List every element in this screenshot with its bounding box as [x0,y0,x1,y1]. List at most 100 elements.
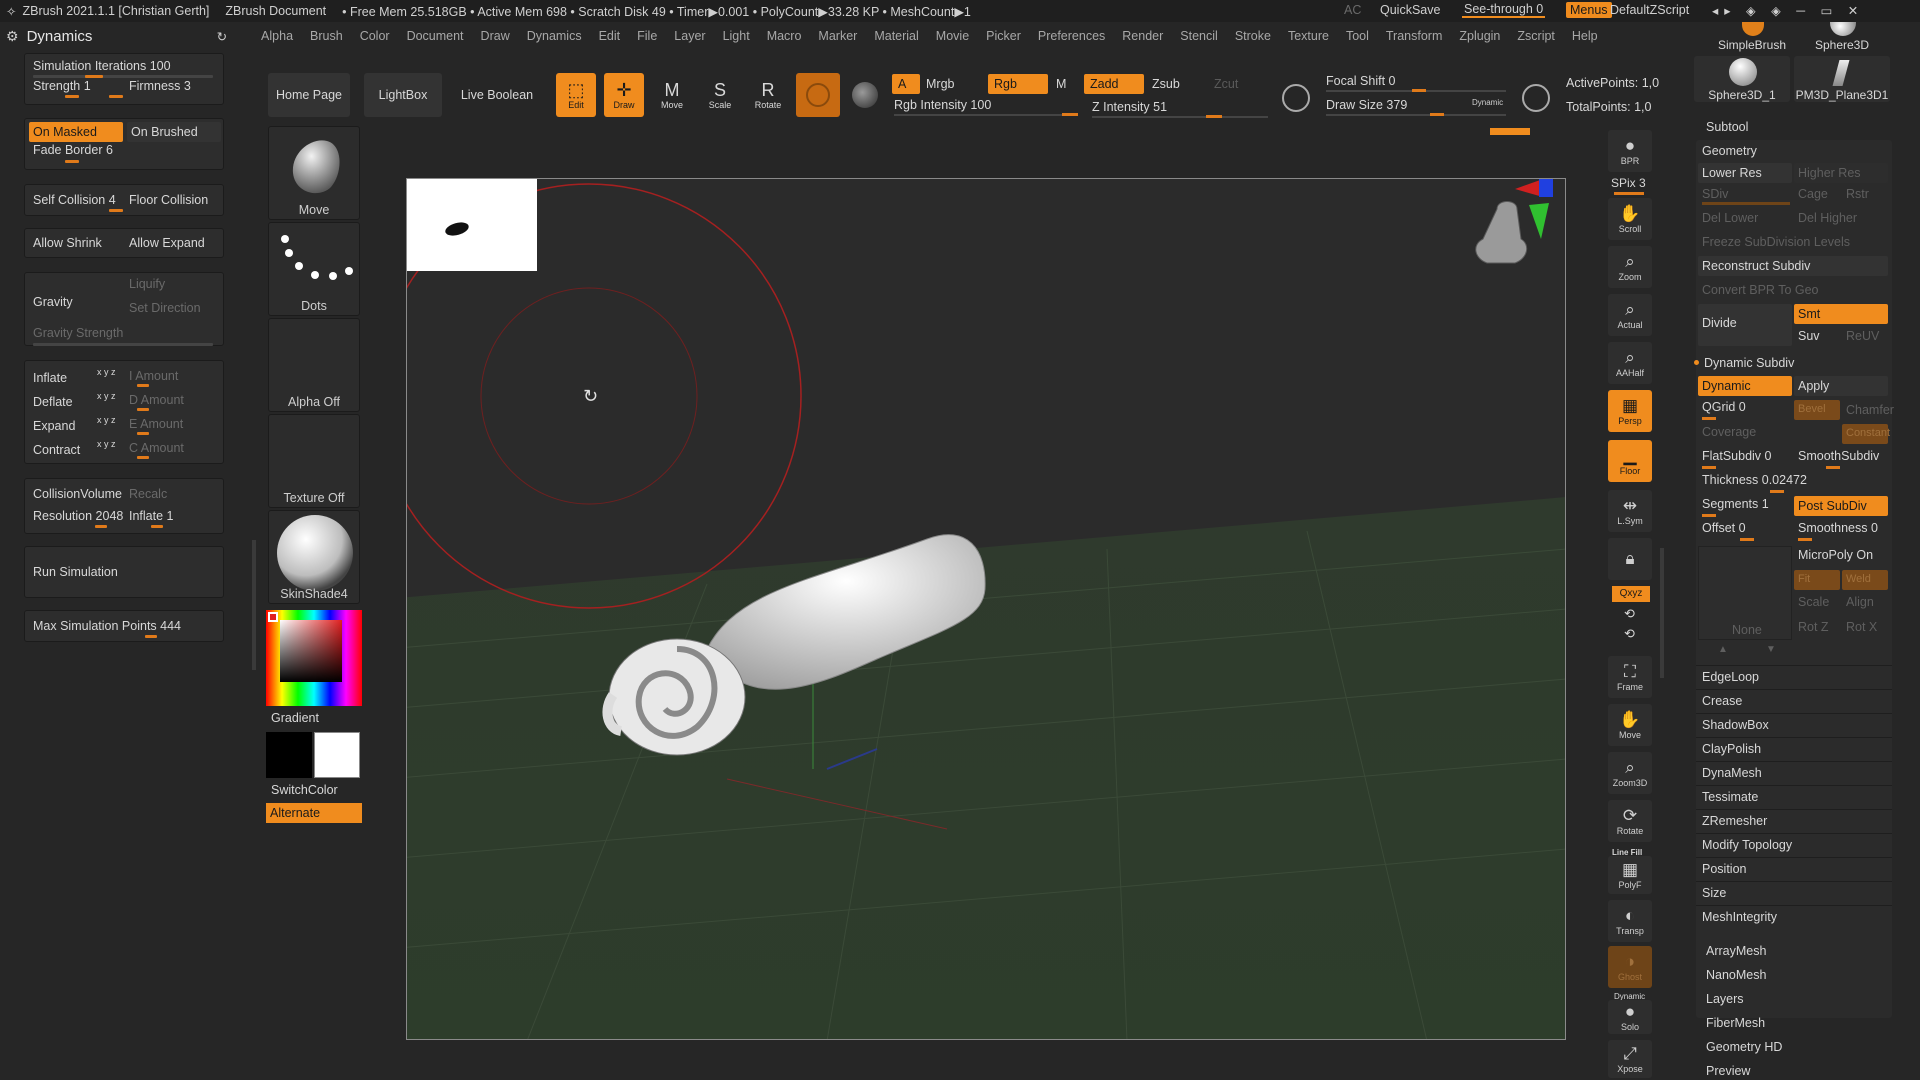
lower-res-button[interactable]: Lower Res [1698,163,1792,183]
convert-bpr-button[interactable]: Convert BPR To Geo [1702,283,1819,297]
dynamesh-section[interactable]: DynaMesh [1702,766,1762,780]
rotz-slider[interactable]: Rot Z [1798,620,1829,634]
inflate-button[interactable]: Inflate [33,371,67,385]
deflate-axis[interactable]: x y z [97,391,116,401]
persp-button[interactable]: ▦ Persp [1608,390,1652,432]
material-swatch[interactable]: SkinShade4 [268,510,360,604]
run-simulation-button[interactable]: Run Simulation [33,565,118,579]
weld-toggle[interactable]: Weld [1842,570,1888,590]
texture-button[interactable] [852,82,878,108]
quicksave-button[interactable]: QuickSave [1380,3,1440,17]
offset-slider[interactable]: Offset 0 [1702,521,1746,535]
post-subdiv-toggle[interactable]: Post SubDiv [1794,496,1888,516]
rgb-intensity-knob[interactable] [1062,113,1078,116]
sim-iterations-slider[interactable]: Simulation Iterations 100 [33,59,171,73]
max-sim-points-slider[interactable]: Max Simulation Points 444 [33,619,181,633]
menu-document[interactable]: Document [407,29,464,43]
color-square[interactable] [280,620,342,682]
z-intensity-slider[interactable]: Z Intensity 51 [1092,100,1167,114]
rotx-slider[interactable]: Rot X [1846,620,1877,634]
focal-shift-slider[interactable]: Focal Shift 0 [1326,74,1395,88]
menus-button[interactable]: Menus [1566,2,1612,18]
actual-button[interactable]: ⌕ Actual [1608,294,1652,336]
lock-button[interactable]: 🔒︎ [1608,538,1652,580]
zadd-toggle[interactable]: Zadd [1084,74,1144,94]
modify-topology-section[interactable]: Modify Topology [1702,838,1792,852]
menu-draw[interactable]: Draw [481,29,510,43]
zoom-button[interactable]: ⌕ Zoom [1608,246,1652,288]
document-canvas[interactable]: ↻ [406,178,1566,1040]
menu-render[interactable]: Render [1122,29,1163,43]
menu-stroke[interactable]: Stroke [1235,29,1271,43]
pm3d-plane-tool[interactable]: PM3D_Plane3D1 [1794,56,1890,102]
spotlight-d-icon[interactable] [1522,84,1550,112]
contract-axis[interactable]: x y z [97,439,116,449]
fit-toggle[interactable]: Fit [1794,570,1840,590]
c-amount-slider[interactable]: C Amount [129,441,184,455]
align-slider[interactable]: Align [1846,595,1874,609]
fibermesh-section[interactable]: FiberMesh [1706,1016,1765,1030]
edit-button[interactable]: ⬚ Edit [556,73,596,117]
m-toggle[interactable]: M [1056,77,1066,91]
gear-icon[interactable]: ⚙ [6,28,19,45]
on-brushed-toggle[interactable]: On Brushed [127,122,221,142]
shadowbox-section[interactable]: ShadowBox [1702,718,1769,732]
xyz-toggle[interactable]: Qxyz [1612,586,1650,602]
move-view-button[interactable]: ✋ Move [1608,704,1652,746]
navigator-thumbnail[interactable] [407,179,537,271]
fade-border-slider[interactable]: Fade Border 6 [33,143,113,157]
tray-tab-handle[interactable] [1490,128,1530,135]
scroll-button[interactable]: ✋ Scroll [1608,198,1652,240]
floor-collision-toggle[interactable]: Floor Collision [129,193,208,207]
menu-stencil[interactable]: Stencil [1180,29,1218,43]
window-controls-icon[interactable]: ◂▸ ◈ ◈ ─ ▭ ✕ [1712,3,1864,18]
alpha-swatch[interactable]: Alpha Off [268,318,360,412]
tessimate-section[interactable]: Tessimate [1702,790,1758,804]
suv-toggle[interactable]: Suv [1798,329,1820,343]
menu-zscript[interactable]: Zscript [1517,29,1555,43]
menu-macro[interactable]: Macro [767,29,802,43]
self-collision-slider[interactable]: Self Collision 4 [33,193,116,207]
menu-help[interactable]: Help [1572,29,1598,43]
move-button[interactable]: M Move [652,73,692,117]
chamfer-toggle[interactable]: Chamfer [1846,403,1894,417]
thickness-slider[interactable]: Thickness 0.02472 [1702,473,1807,487]
smt-toggle[interactable]: Smt [1794,304,1888,324]
del-lower-button[interactable]: Del Lower [1702,211,1758,225]
e-amount-slider[interactable]: E Amount [129,417,183,431]
reuv-button[interactable]: ReUV [1846,329,1879,343]
rotate-z-icon[interactable]: ⟲ [1624,626,1635,642]
rotate-view-button[interactable]: ⟳ Rotate [1608,800,1652,842]
cage-button[interactable]: Cage [1798,187,1828,201]
geometry-hd-section[interactable]: Geometry HD [1706,1040,1782,1054]
draw-button[interactable]: ✛ Draw [604,73,644,117]
simplebrush-tool[interactable]: SimpleBrush [1710,22,1794,52]
preview-section[interactable]: Preview [1706,1064,1750,1078]
sphere3d-tool[interactable]: Sphere3D [1800,22,1884,52]
ghost-button[interactable]: ◑ Ghost [1608,946,1652,988]
material-button[interactable] [796,73,840,117]
menu-dynamics[interactable]: Dynamics [527,29,582,43]
spix-slider[interactable]: SPix 3 [1611,176,1646,190]
lightbox-button[interactable]: LightBox [364,73,442,117]
main-color[interactable] [314,732,360,778]
seethrough-slider[interactable]: See-through 0 [1462,2,1546,18]
rotate-y-icon[interactable]: ⟲ [1624,606,1635,622]
resolution-slider[interactable]: Resolution 2048 [33,509,123,523]
gravity-button[interactable]: Gravity [33,295,73,309]
menu-brush[interactable]: Brush [310,29,343,43]
secondary-color[interactable] [266,732,312,778]
aahalf-button[interactable]: ⌕ AAHalf [1608,342,1652,384]
on-masked-toggle[interactable]: On Masked [29,122,123,142]
inflate-axis[interactable]: x y z [97,367,116,377]
segments-slider[interactable]: Segments 1 [1702,497,1769,511]
claypolish-section[interactable]: ClayPolish [1702,742,1761,756]
allow-expand-toggle[interactable]: Allow Expand [129,236,205,250]
size-section[interactable]: Size [1702,886,1726,900]
draw-size-slider[interactable]: Draw Size 379 [1326,98,1407,112]
color-picker[interactable] [266,610,362,706]
del-higher-button[interactable]: Del Higher [1798,211,1857,225]
liquify-toggle[interactable]: Liquify [129,277,165,291]
orientation-gizmo[interactable] [1467,179,1566,299]
menu-color[interactable]: Color [360,29,390,43]
